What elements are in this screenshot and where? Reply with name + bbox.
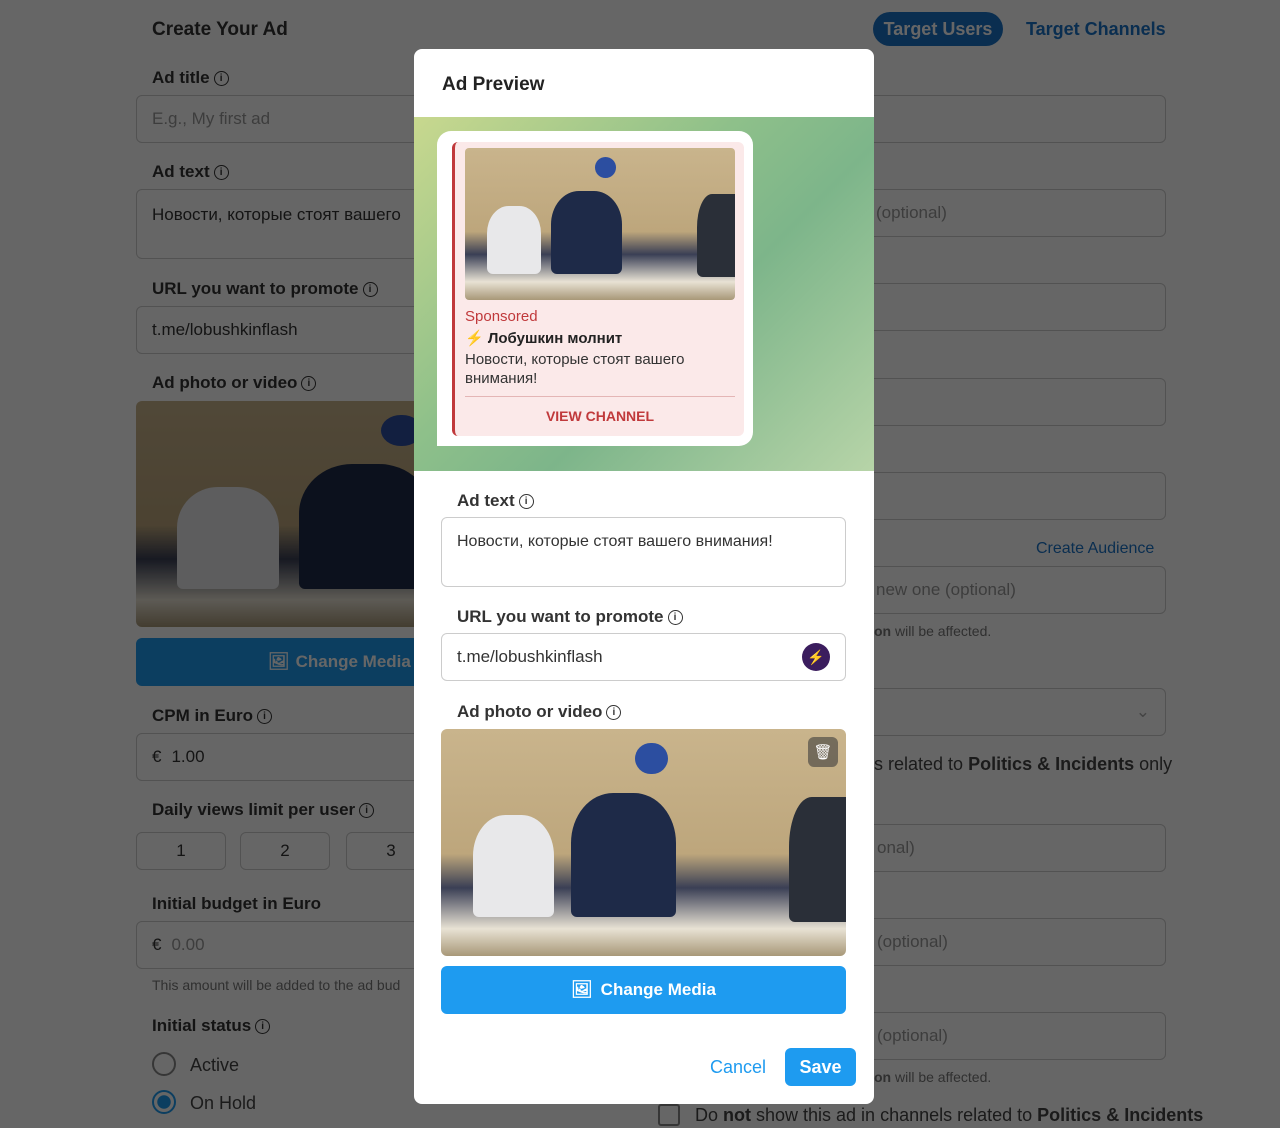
placeholder: (optional) [877,932,948,951]
not-show-checkbox[interactable] [658,1104,680,1126]
placeholder: (optional) [876,203,947,222]
trash-icon[interactable]: 🗑 [808,737,838,767]
photo-label: Ad photo or video [457,702,603,721]
radio-on-hold[interactable] [152,1090,176,1114]
chevron-down-icon: ⌄ [1135,702,1150,721]
channel-line: ⚡ Лобушкин молнит [465,329,622,347]
budget-label: Initial budget in Euro [152,894,322,913]
placeholder: new one (optional) [876,580,1016,599]
value: t.me/lobushkinflash [152,320,298,339]
create-audience-link[interactable]: Create Audience [1036,540,1154,558]
value: 1.00 [171,747,205,766]
modal-change-media-button[interactable]: 🖼 Change Media [441,966,846,1014]
photo-label: Ad photo or video [152,373,298,392]
lightning-icon: ⚡ [465,330,484,347]
text: will be affected. [891,623,992,639]
bold: not [723,1105,751,1125]
politics-text: s related to Politics & Incidents only [874,754,1172,775]
radio-on-hold-label: On Hold [190,1093,257,1113]
affected-hint: on will be affected. [874,623,991,639]
not-show-label: Do not show this ad in channels related … [695,1105,1203,1126]
image-add-icon: 🖼 [571,980,593,999]
bold: on [874,1069,892,1085]
sponsored-card: Sponsored ⚡ Лобушкин молнит Новости, кот… [452,142,744,436]
option-label: 1 [176,841,186,860]
daily-option-2[interactable]: 2 [240,832,330,870]
bold: Politics & Incidents [968,754,1135,774]
currency: € [152,935,162,954]
ad-text-label: Ad text [152,162,210,181]
cpm-label: CPM in Euro [152,706,254,725]
placeholder: onal) [877,838,915,857]
url-label: URL you want to promote [457,607,664,626]
preview-photo [465,148,735,300]
sponsored-label: Sponsored [465,308,538,325]
bold: on [874,623,892,639]
text: s related to [874,754,969,774]
button-label: Change Media [600,980,716,999]
option-label: 3 [386,841,396,860]
placeholder: 0.00 [171,935,205,954]
info-icon: i [255,1018,271,1034]
value: t.me/lobushkinflash [457,647,603,666]
info-icon: i [257,708,273,724]
radio-active-label: Active [190,1055,240,1075]
url-label: URL you want to promote [152,279,359,298]
ad-text-label: Ad text [457,491,515,510]
info-icon: i [518,493,534,509]
placeholder: (optional) [877,1026,948,1045]
bold: Politics & Incidents [1037,1105,1204,1125]
value: Новости, которые стоят вашего [152,205,401,224]
tab-target-users[interactable]: Target Users [873,12,1003,46]
ad-title-label: Ad title [152,68,210,87]
text: only [1134,754,1173,774]
channel-name: Лобушкин молнит [487,330,623,347]
value: Новости, которые стоят вашего внимания! [457,533,773,550]
preview-background: Sponsored ⚡ Лобушкин молнит Новости, кот… [414,117,874,471]
cancel-button[interactable]: Cancel [710,1057,766,1078]
modal-url-input[interactable]: t.me/lobushkinflash ⚡ [441,633,846,681]
daily-option-1[interactable]: 1 [136,832,226,870]
ad-preview-modal: Ad Preview Sponsored ⚡ Лобушкин молнит Н… [414,49,874,1104]
info-icon: i [359,802,375,818]
preview-text: Новости, которые стоят вашего внимания! [465,351,685,387]
modal-ad-photo: 🗑 [441,729,846,956]
modal-title: Ad Preview [442,74,545,95]
daily-label: Daily views limit per user [152,800,356,819]
modal-ad-text-input[interactable]: Новости, которые стоят вашего внимания! [441,517,846,587]
info-icon: i [301,375,317,391]
info-icon: i [667,609,683,625]
text: will be affected. [891,1069,992,1085]
page-title: Create Your Ad [152,19,288,40]
image-add-icon: 🖼 [268,652,290,671]
text: Do [695,1105,724,1125]
radio-active[interactable] [152,1052,176,1076]
tab-target-channels[interactable]: Target Channels [1026,19,1166,40]
message-bubble: Sponsored ⚡ Лобушкин молнит Новости, кот… [437,131,753,446]
status-label: Initial status [152,1016,252,1035]
info-icon: i [213,164,229,180]
info-icon: i [362,281,378,297]
save-button[interactable]: Save [785,1048,856,1086]
affected-hint-2: on will be affected. [874,1069,991,1085]
text: show this ad in channels related to [751,1105,1038,1125]
currency: € [152,747,162,766]
option-label: 2 [280,841,290,860]
view-channel-button[interactable]: VIEW CHANNEL [465,408,735,424]
info-icon: i [213,70,229,86]
button-label: Change Media [295,652,411,671]
divider [465,396,735,397]
channel-avatar-icon: ⚡ [802,643,830,671]
placeholder: E.g., My first ad [152,109,271,128]
info-icon: i [606,704,622,720]
budget-hint: This amount will be added to the ad bud [152,977,401,993]
